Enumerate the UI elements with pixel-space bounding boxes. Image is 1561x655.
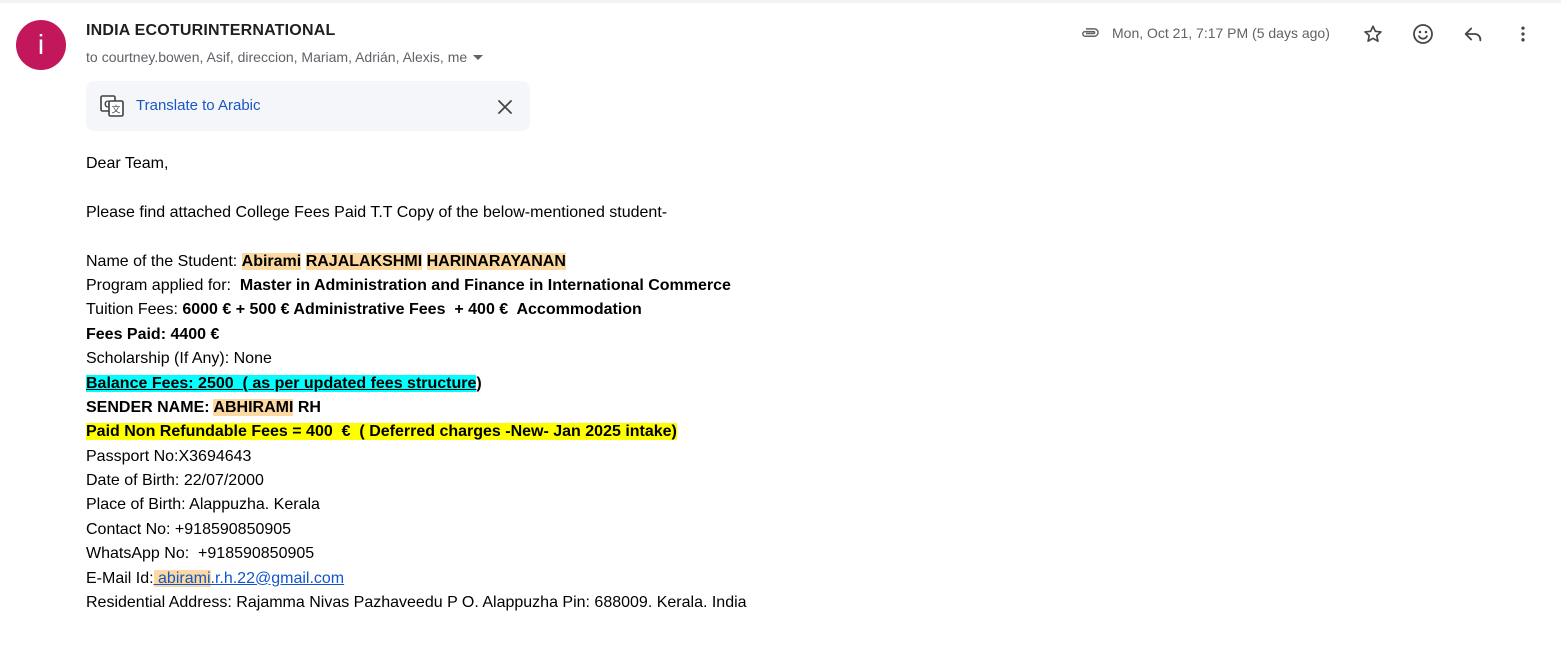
greeting: Dear Team, [86,155,169,172]
reply-icon [1464,27,1482,42]
tuition-label: Tuition Fees: [86,301,183,319]
non-refundable-line: Paid Non Refundable Fees = 400 € ( Defer… [86,420,1186,444]
email-link-rest[interactable]: .r.h.22@gmail.com [211,570,345,587]
email-id-label: E-Mail Id: [86,569,154,587]
program-line: Program applied for: Master in Administr… [86,274,1186,298]
student-middle-name: RAJALAKSHMI [305,252,423,270]
recipients-prefix: to [86,49,98,65]
sender-avatar[interactable]: i [16,20,66,70]
sender-name[interactable]: INDIA ECOTURINTERNATIONAL [86,22,335,40]
student-last-name: HARINARAYANAN [426,252,566,270]
google-translate-icon: G 文 [100,95,124,117]
sender-name-line: SENDER NAME: ABHIRAMI RH [86,396,1186,420]
top-divider [0,0,1561,3]
email-id-line: E-Mail Id: abirami.r.h.22@gmail.com [86,567,1186,591]
student-name-line: Name of the Student: Abirami RAJALAKSHMI… [86,250,1186,274]
sender-last-name: RH [293,398,321,416]
dob-line: Date of Birth: 22/07/2000 [86,472,264,490]
non-refundable-text: Paid Non Refundable Fees = 400 € ( Defer… [86,423,677,441]
program-label: Program applied for: [86,276,240,294]
message-date[interactable]: Mon, Oct 21, 7:17 PM (5 days ago) [1112,25,1330,41]
balance-note: ( as per updated fees structure [242,374,477,392]
more-vert-icon [1521,26,1525,42]
student-first-name: Abirami [241,252,302,270]
emoji-icon [1413,24,1433,44]
recipients-line: to courtney.bowen, Asif, direccion, Mari… [86,49,484,65]
pob-line: Place of Birth: Alappuzha. Kerala [86,496,320,514]
star-icon [1364,25,1382,42]
translate-link[interactable]: Translate to Arabic [136,97,261,114]
balance-line: Balance Fees: 2500 ( as per updated fees… [86,372,1186,396]
tuition-line: Tuition Fees: 6000 € + 500 € Administrat… [86,298,1186,322]
address-line: Residential Address: Rajamma Nivas Pazha… [86,594,747,612]
balance-close: ) [476,374,482,392]
scholarship-line: Scholarship (If Any): None [86,350,272,368]
program-value: Master in Administration and Finance in … [239,276,731,294]
sender-label: SENDER NAME: [86,398,214,416]
attachment-icon [1080,22,1102,44]
contact-line: Contact No: +918590850905 [86,520,292,538]
student-name-label: Name of the Student: [86,252,242,270]
intro-text: Please find attached College Fees Paid T… [86,203,668,221]
tuition-value: 6000 € + 500 € Administrative Fees + 400… [182,301,642,319]
passport-line: Passport No:X3694643 [86,447,252,465]
translate-banner: G 文 Translate to Arabic [86,81,530,131]
close-icon[interactable] [494,96,516,118]
sender-first-name: ABHIRAMI [213,398,294,416]
reply-button[interactable] [1458,19,1488,49]
whatsapp-line: WhatsApp No: +918590850905 [86,545,315,563]
email-link-highlight[interactable]: abirami [158,569,211,587]
fees-paid-line: Fees Paid: 4400 € [86,325,220,343]
recipients-list: courtney.bowen, Asif, direccion, Mariam,… [101,49,468,65]
balance-main: Balance Fees: 2500 [86,374,243,392]
svg-text:文: 文 [111,104,120,115]
email-body: Dear Team, Please find attached College … [86,152,1186,615]
add-reaction-button[interactable] [1408,19,1438,49]
show-details-chevron-icon[interactable] [473,54,484,60]
message-meta: Mon, Oct 21, 7:17 PM (5 days ago) [1080,22,1330,44]
more-options-button[interactable] [1508,19,1538,49]
star-button[interactable] [1358,19,1388,49]
